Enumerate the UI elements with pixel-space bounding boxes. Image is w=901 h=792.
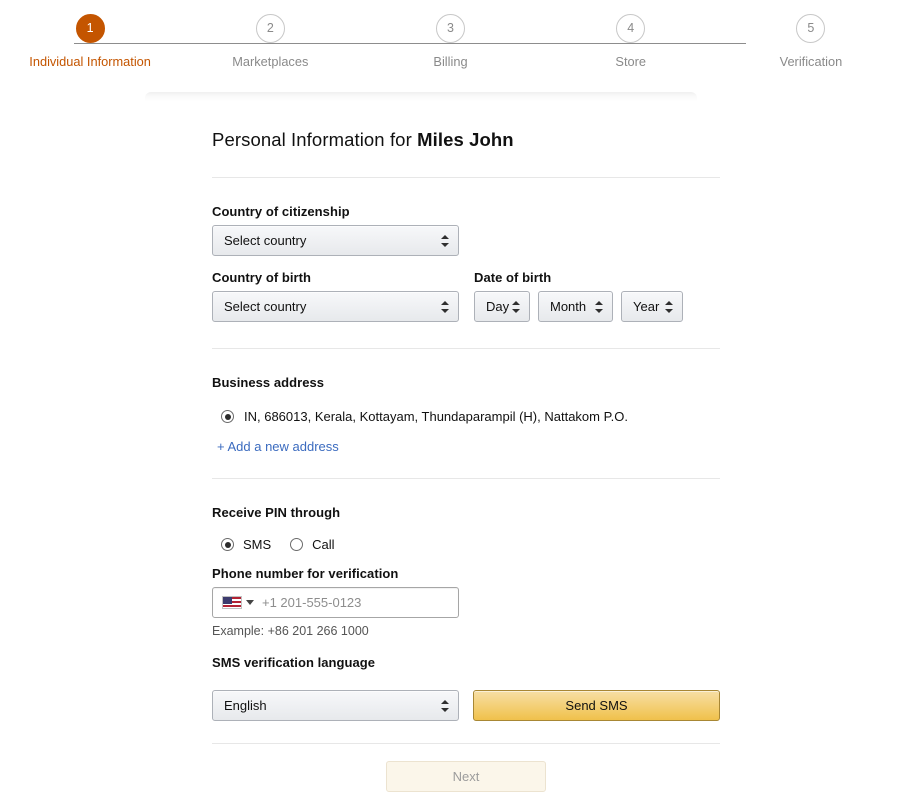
step-4-store[interactable]: 4 Store [541,14,721,69]
date-of-birth-label: Date of birth [474,270,552,285]
step-3-label: Billing [433,54,468,69]
birth-country-label: Country of birth [212,270,312,285]
birth-country-select[interactable]: Select country [212,291,459,322]
date-of-birth-group: Day Month Year [474,291,714,322]
step-5-circle: 5 [796,14,826,43]
sms-language-label: SMS verification language [212,655,376,670]
address-text: IN, 686013, Kerala, Kottayam, Thundapara… [244,409,628,424]
phone-example-hint: Example: +86 201 266 1000 [212,624,369,638]
sms-language-select[interactable]: English [212,690,459,721]
step-1-individual-information[interactable]: 1 Individual Information [0,14,180,69]
us-flag-icon [222,596,242,609]
country-code-selector[interactable] [213,588,260,617]
address-radio[interactable] [221,410,234,423]
chevron-updown-icon [441,234,449,248]
pin-sms-label: SMS [243,537,272,552]
step-5-label: Verification [779,54,843,69]
next-button-wrapper: Next [212,744,720,792]
dob-day-select[interactable]: Day [474,291,530,322]
stepper-steps: 1 Individual Information 2 Marketplaces … [0,14,901,69]
phone-label: Phone number for verification [212,566,399,581]
sms-language-value: English [224,698,267,713]
chevron-updown-icon [595,300,603,314]
address-option-row[interactable]: IN, 686013, Kerala, Kottayam, Thundapara… [212,396,720,424]
step-2-label: Marketplaces [232,54,309,69]
add-new-address-link[interactable]: + Add a new address [217,439,339,454]
date-of-birth-section: Date of birth Day Month Year [474,270,714,322]
card-inner: Personal Information for Miles John Coun… [212,100,720,792]
chevron-updown-icon [665,300,673,314]
citizenship-select[interactable]: Select country [212,225,459,256]
business-address-label: Business address [212,375,325,390]
personal-information-card: Personal Information for Miles John Coun… [0,100,901,792]
step-1-label: Individual Information [29,54,151,69]
send-sms-button[interactable]: Send SMS [473,690,720,721]
step-1-circle: 1 [75,14,105,43]
receive-pin-label: Receive PIN through [212,505,341,520]
page-title-prefix: Personal Information for [212,129,418,150]
page-title-name: Miles John [417,129,514,150]
phone-section: Phone number for verification Example: +… [212,552,720,638]
chevron-down-icon [246,600,254,605]
pin-sms-radio[interactable] [221,538,234,551]
flag-canton [223,597,232,604]
next-button[interactable]: Next [386,761,546,792]
step-3-circle: 3 [436,14,465,43]
receive-pin-options: SMS Call [212,526,720,552]
business-address-section: Business address IN, 686013, Kerala, Kot… [212,349,720,456]
phone-number-input[interactable] [260,588,458,617]
dob-year-value: Year [633,299,660,314]
dob-year-select[interactable]: Year [621,291,683,322]
birth-country-section: Country of birth Select country [212,270,474,322]
citizenship-label: Country of citizenship [212,204,350,219]
receive-pin-section: Receive PIN through SMS Call [212,479,720,552]
step-2-marketplaces[interactable]: 2 Marketplaces [180,14,360,69]
progress-stepper: 1 Individual Information 2 Marketplaces … [0,0,901,88]
birth-country-select-value: Select country [224,299,307,314]
chevron-updown-icon [441,300,449,314]
card-footer: Next [212,743,720,792]
chevron-updown-icon [441,699,449,713]
step-3-billing[interactable]: 3 Billing [360,14,540,69]
step-5-verification[interactable]: 5 Verification [721,14,901,69]
citizenship-select-value: Select country [224,233,307,248]
sms-language-section: SMS verification language English Send S… [212,638,720,721]
sms-language-row: English Send SMS [212,676,720,721]
step-4-circle: 4 [616,14,646,43]
page-title: Personal Information for Miles John [212,100,720,151]
chevron-updown-icon [512,300,520,314]
citizenship-section: Country of citizenship Select country [212,178,720,256]
dob-month-select[interactable]: Month [538,291,613,322]
pin-call-radio[interactable] [290,538,304,551]
birth-row: Country of birth Select country Date of … [212,256,720,322]
dob-day-value: Day [486,299,510,314]
phone-input-wrapper[interactable] [212,587,459,618]
pin-call-label: Call [312,537,335,552]
step-2-circle: 2 [255,14,285,43]
step-4-label: Store [615,54,646,69]
